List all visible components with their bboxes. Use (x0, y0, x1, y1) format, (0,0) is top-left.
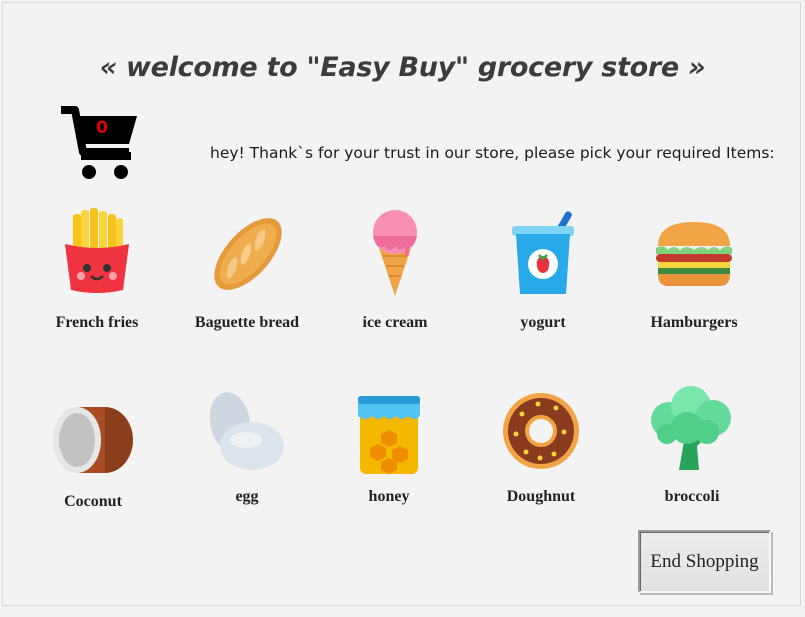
app-window (2, 2, 801, 606)
end-shopping-button[interactable]: End Shopping (638, 530, 771, 593)
item-label: honey (368, 488, 410, 505)
doughnut-icon (503, 393, 579, 469)
item-egg[interactable]: egg (172, 388, 322, 505)
item-label: French fries (55, 314, 139, 331)
item-broccoli[interactable]: broccoli (617, 386, 767, 505)
french-fries-icon (65, 208, 129, 293)
item-honey[interactable]: honey (314, 394, 464, 505)
item-label: broccoli (664, 488, 720, 505)
cart[interactable]: 0 (59, 106, 139, 182)
item-hamburgers[interactable]: Hamburgers (619, 220, 769, 331)
item-ice-cream[interactable]: ice cream (320, 206, 470, 331)
item-label: Baguette bread (194, 314, 300, 331)
item-label: egg (235, 488, 259, 505)
page-title: « welcome to "Easy Buy" grocery store » (99, 52, 706, 83)
item-french-fries[interactable]: French fries (22, 208, 172, 331)
egg-icon (209, 392, 284, 470)
broccoli-icon (651, 386, 731, 470)
coconut-icon (53, 407, 133, 473)
item-label: Coconut (64, 493, 122, 510)
greeting-text: hey! Thank`s for your trust in our store… (210, 144, 775, 162)
item-label: ice cream (362, 314, 428, 331)
item-yogurt[interactable]: yogurt (468, 208, 618, 331)
baguette-icon (214, 218, 282, 290)
item-doughnut[interactable]: Doughnut (466, 392, 616, 505)
item-baguette-bread[interactable]: Baguette bread (172, 208, 322, 331)
honey-icon (358, 396, 420, 474)
cart-count: 0 (96, 118, 108, 138)
item-label: Hamburgers (650, 314, 738, 331)
item-label: yogurt (520, 314, 566, 331)
hamburger-icon (656, 222, 732, 286)
item-coconut[interactable]: Coconut (18, 404, 168, 510)
ice-cream-icon (373, 210, 417, 296)
yogurt-icon (512, 211, 574, 294)
item-label: Doughnut (506, 488, 576, 505)
